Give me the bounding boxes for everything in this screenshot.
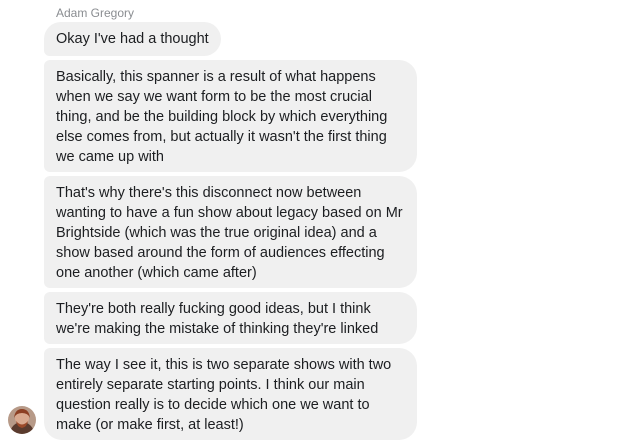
user-avatar-icon[interactable] bbox=[8, 406, 36, 434]
message-row: Okay I've had a thought bbox=[44, 22, 424, 60]
message-bubble[interactable]: Basically, this spanner is a result of w… bbox=[44, 60, 417, 172]
avatar-photo-icon bbox=[8, 406, 36, 434]
message-bubble[interactable]: That's why there's this disconnect now b… bbox=[44, 176, 417, 288]
message-group: Okay I've had a thought Basically, this … bbox=[44, 22, 424, 444]
message-bubble[interactable]: They're both really fucking good ideas, … bbox=[44, 292, 417, 344]
message-bubble[interactable]: The way I see it, this is two separate s… bbox=[44, 348, 417, 440]
sender-name: Adam Gregory bbox=[56, 6, 135, 20]
message-bubble[interactable]: Okay I've had a thought bbox=[44, 22, 221, 56]
